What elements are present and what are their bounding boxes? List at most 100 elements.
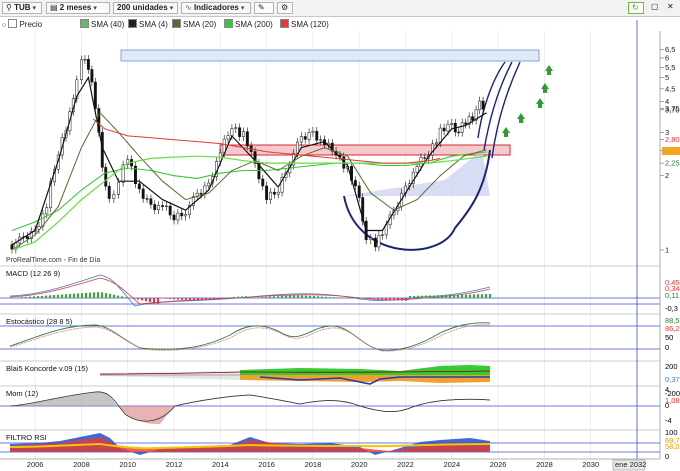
- up-arrow-icon: [545, 65, 553, 75]
- macd-histogram-bar: [173, 298, 175, 300]
- macd-histogram-bar: [333, 297, 335, 298]
- macd-histogram-bar: [305, 295, 307, 298]
- macd-histogram-bar: [241, 296, 243, 298]
- macd-histogram-bar: [113, 294, 115, 298]
- macd-histogram-bar: [121, 296, 123, 298]
- resistance-zone-box[interactable]: [219, 144, 511, 156]
- macd-histogram-bar: [17, 297, 19, 298]
- candle-body: [172, 214, 176, 221]
- macd-histogram-bar: [25, 296, 27, 298]
- macd-histogram-bar: [37, 296, 39, 298]
- macd-histogram-bar: [229, 297, 231, 298]
- macd-histogram-bar: [309, 295, 311, 298]
- panel-tick-label: 86,2: [665, 324, 680, 333]
- x-tick-label: 2024: [443, 460, 460, 469]
- panel-axis: 0,450,340,11-0,388,586,25002000,37-20041…: [665, 278, 680, 461]
- candle-body: [311, 130, 315, 133]
- momentum-label[interactable]: Mom (12): [6, 389, 39, 398]
- momentum-panel: Mom (12): [0, 385, 660, 425]
- candle-body: [261, 178, 265, 187]
- x-tick-label: 2010: [119, 460, 136, 469]
- macd-histogram-bar: [81, 293, 83, 298]
- macd-histogram-bar: [85, 292, 87, 298]
- x-tick-label: 2006: [27, 460, 44, 469]
- macd-histogram-bar: [77, 293, 79, 298]
- rsi-panel: FILTRO RSI: [0, 429, 660, 455]
- macd-histogram-bar: [109, 294, 111, 298]
- panel-tick-label: 0: [665, 343, 669, 352]
- macd-histogram-bar: [253, 297, 255, 298]
- macd-histogram-bar: [377, 298, 379, 300]
- koncorde-panel: Blai5 Koncorde v.09 (15): [0, 360, 660, 385]
- macd-histogram-bar: [469, 294, 471, 298]
- macd-histogram-bar: [461, 294, 463, 298]
- time-axis: 2006 2008 2010 2012 2014 2016 2018 2020 2022 2024…: [27, 459, 646, 471]
- macd-histogram-bar: [389, 298, 391, 300]
- x-tick-label: 2030: [582, 460, 599, 469]
- candle-body: [471, 116, 475, 121]
- macd-histogram-bar: [237, 296, 239, 298]
- candle-body: [423, 157, 427, 159]
- macd-histogram-bar: [401, 298, 403, 301]
- x-tick-label: 2016: [258, 460, 275, 469]
- macd-histogram-bar: [69, 294, 71, 298]
- candle-body: [307, 132, 311, 140]
- candle-body: [357, 185, 361, 198]
- x-tick-label: 2020: [351, 460, 368, 469]
- y-tick-label: 5: [665, 73, 669, 82]
- candle-body: [457, 131, 461, 134]
- macd-histogram-bar: [281, 295, 283, 298]
- macd-panel: MACD (12 26 9): [0, 265, 660, 307]
- macd-histogram-bar: [269, 296, 271, 298]
- macd-histogram-bar: [337, 297, 339, 298]
- macd-histogram-bar: [453, 294, 455, 298]
- macd-histogram-bar: [41, 295, 43, 298]
- candle-body: [10, 244, 14, 250]
- candle-body: [207, 182, 211, 187]
- stochastic-d-line: [9, 324, 491, 352]
- target-zone-box[interactable]: [120, 49, 540, 62]
- up-arrow-icon: [541, 83, 549, 93]
- stochastic-label[interactable]: Estocástico (28 8 5): [6, 317, 73, 326]
- candle-body: [168, 205, 172, 216]
- macd-histogram-bar: [45, 295, 47, 298]
- macd-histogram-bar: [177, 298, 179, 300]
- chart-canvas[interactable]: ProRealTime.com - Fin de Día MACD (12 26…: [0, 0, 680, 471]
- rsi-label[interactable]: FILTRO RSI: [6, 433, 47, 442]
- candle-body: [104, 167, 108, 187]
- macd-histogram-bar: [97, 292, 99, 298]
- x-tick-label: 2022: [397, 460, 414, 469]
- candle-body: [353, 180, 357, 187]
- macd-histogram-bar: [133, 298, 135, 299]
- candle-body: [145, 198, 149, 200]
- macd-histogram-bar: [289, 295, 291, 298]
- macd-histogram-bar: [153, 298, 155, 303]
- macd-signal-line: [9, 277, 491, 305]
- koncorde-label[interactable]: Blai5 Koncorde v.09 (15): [6, 364, 88, 373]
- macd-histogram-bar: [317, 296, 319, 298]
- candle-body: [112, 194, 116, 199]
- macd-histogram-bar: [349, 297, 351, 298]
- macd-histogram-bar: [169, 298, 171, 299]
- macd-histogram-bar: [101, 292, 103, 298]
- macd-histogram-bar: [465, 294, 467, 298]
- macd-label[interactable]: MACD (12 26 9): [6, 269, 61, 278]
- candle-body: [369, 237, 373, 241]
- candle-body: [450, 122, 454, 125]
- up-arrow-icon: [502, 127, 510, 137]
- candle-body: [234, 127, 238, 129]
- candle-body: [315, 130, 319, 141]
- stochastic-k-line: [9, 322, 491, 351]
- y-tick-label: 2,25: [665, 159, 680, 168]
- candle-body: [79, 59, 83, 81]
- macd-histogram-bar: [125, 297, 127, 298]
- candle-body: [93, 81, 97, 109]
- panel-tick-label: 0,11: [665, 291, 679, 300]
- candle-body: [238, 127, 242, 137]
- koncorde-green-area: [240, 365, 490, 375]
- x-tick-label: 2008: [73, 460, 90, 469]
- macd-histogram-bar: [245, 296, 247, 298]
- candle-body: [161, 205, 164, 207]
- stochastic-panel: Estocástico (28 8 5): [0, 313, 660, 352]
- projection-curve-1[interactable]: [477, 61, 506, 139]
